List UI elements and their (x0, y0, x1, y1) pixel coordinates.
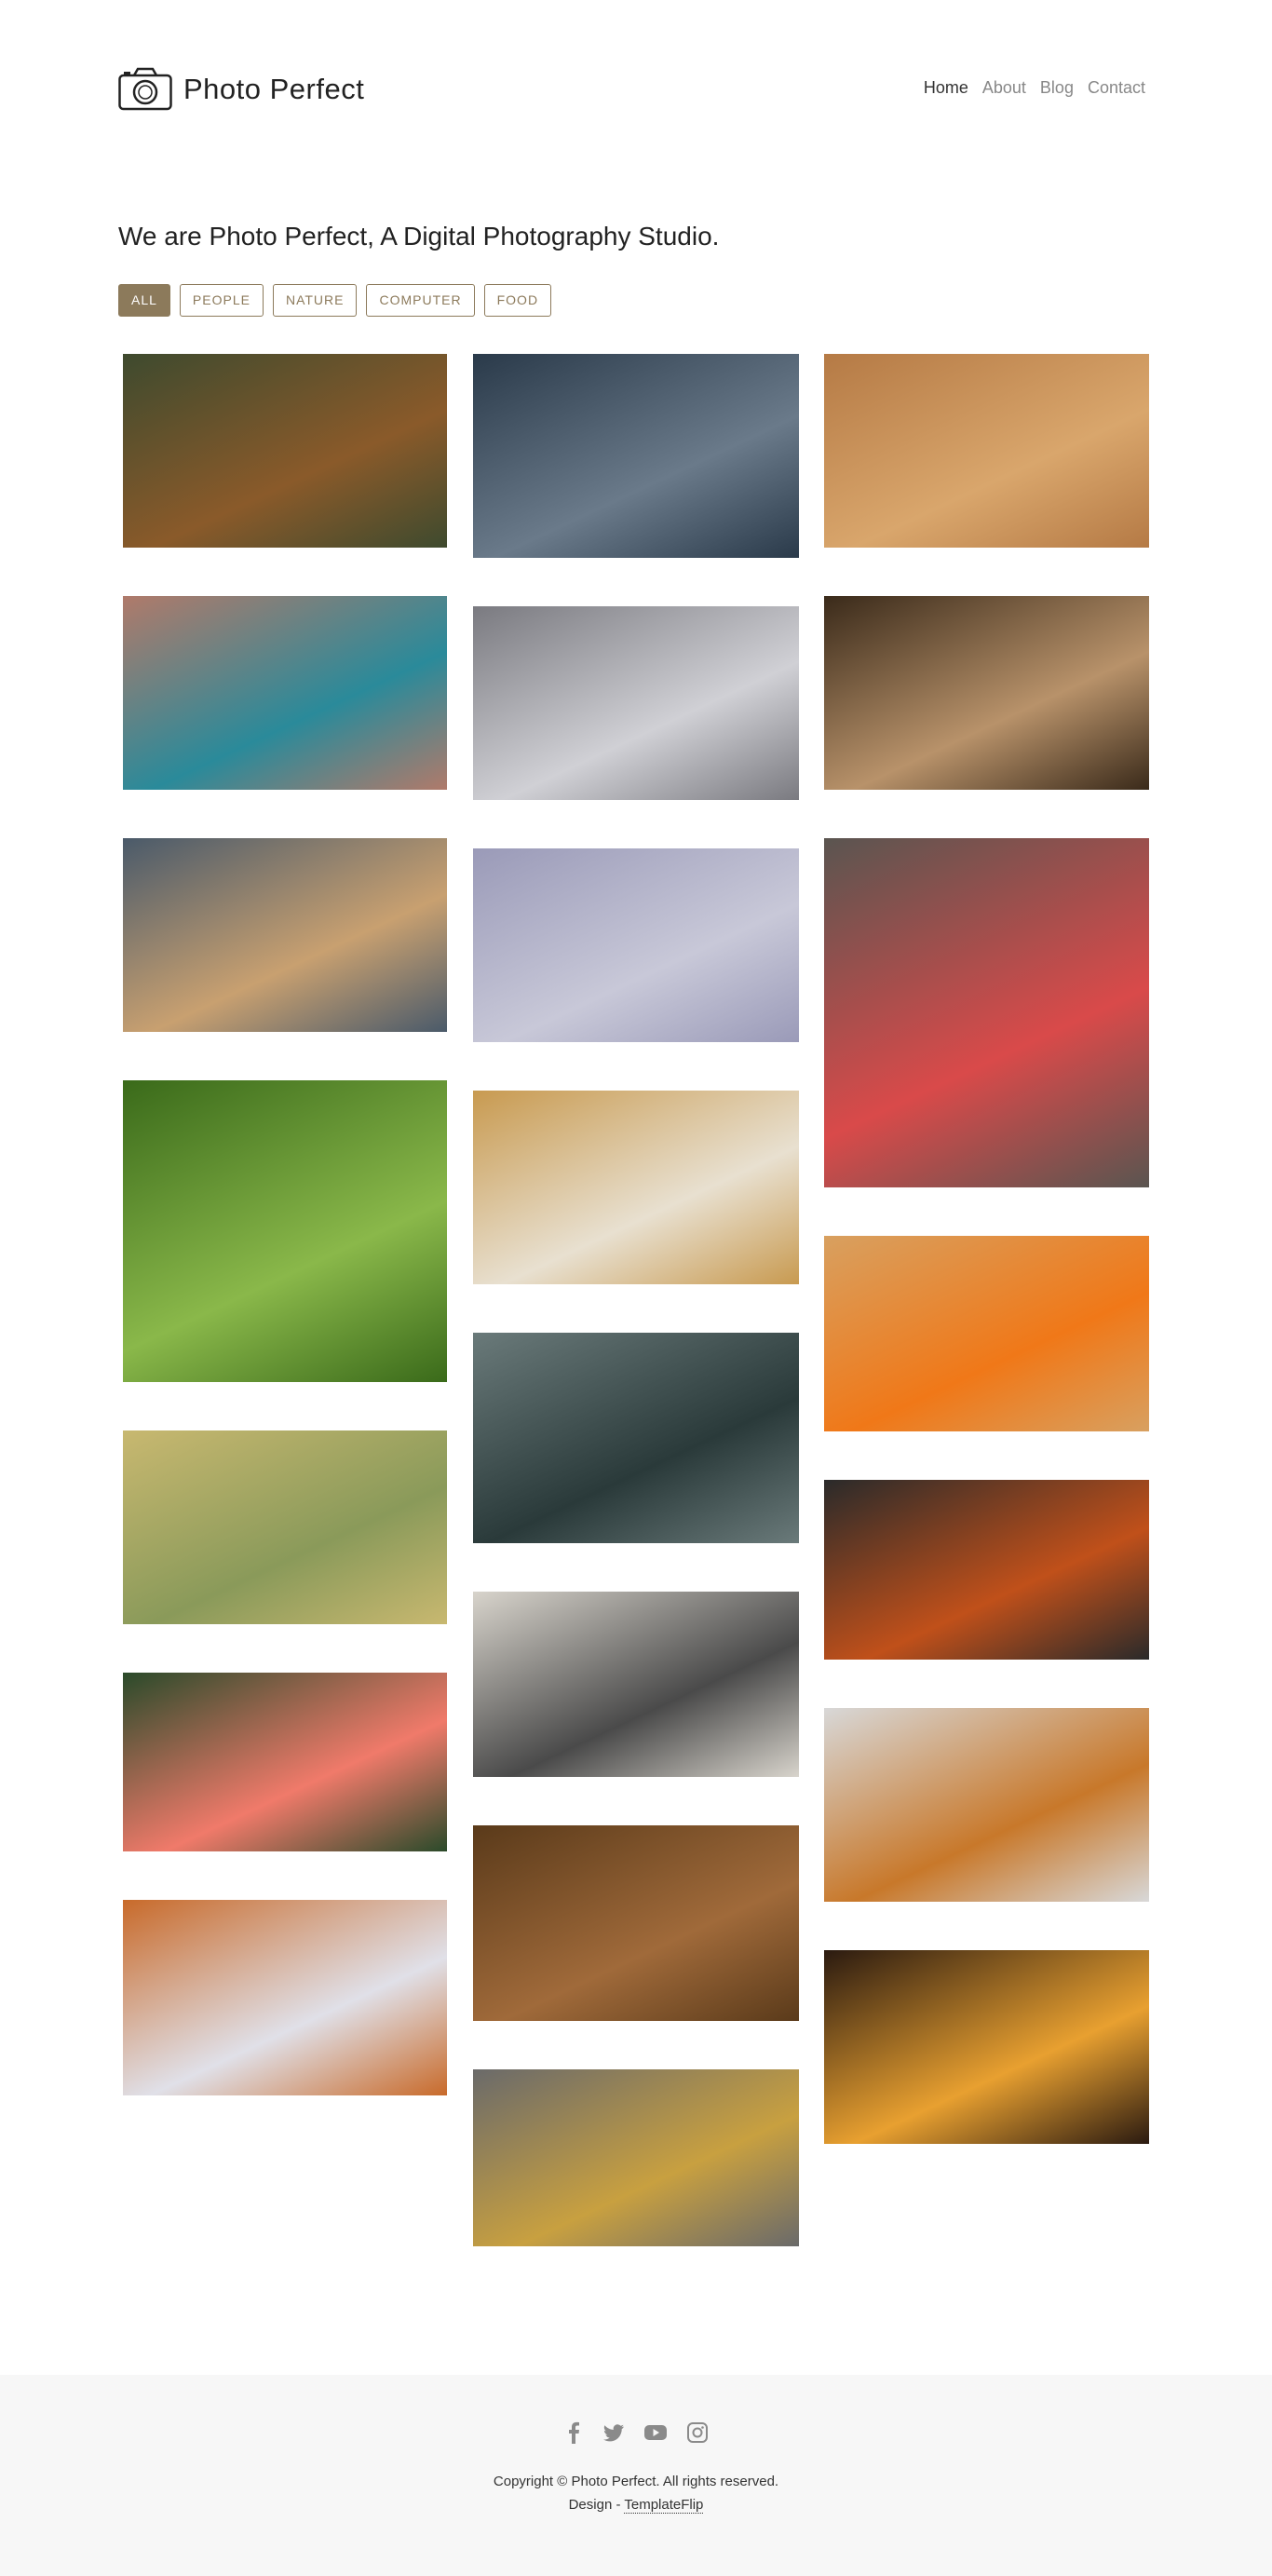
gallery-photo-two-children-holding-hands[interactable] (473, 354, 799, 558)
copyright-text: Copyright © Photo Perfect. All rights re… (493, 2474, 779, 2489)
gallery-photo-fruit-salad-in-heart-bowl[interactable] (824, 838, 1149, 1187)
camera-icon (118, 67, 172, 112)
design-credit: Design - TemplateFlip (0, 2497, 1272, 2514)
gallery-photo-woman-with-umbrella-on-tree-lined-road[interactable] (123, 1080, 447, 1382)
nav-home[interactable]: Home (924, 78, 968, 98)
gallery-photo-person-on-beach-at-sunset[interactable] (123, 838, 447, 1032)
filter-people[interactable]: PEOPLE (179, 284, 264, 317)
gallery-photo-peeled-mandarin-oranges[interactable] (824, 1236, 1149, 1431)
templateflip-link[interactable]: TemplateFlip (624, 2497, 704, 2514)
gallery-photo-woman-sitting-in-autumn-leaves[interactable] (123, 1900, 447, 2095)
filter-all[interactable]: ALL (118, 284, 170, 317)
gallery-photo-laptop-and-phone-on-desk[interactable] (824, 596, 1149, 790)
brand[interactable]: Photo Perfect (118, 67, 364, 112)
gallery-photo-laptop-on-desk-top-view[interactable] (473, 2069, 799, 2246)
gallery-photo-laptop-on-wooden-desk[interactable] (824, 354, 1149, 548)
nav-contact[interactable]: Contact (1088, 78, 1145, 98)
gallery-photo-child-in-autumn-forest[interactable] (123, 354, 447, 548)
filter-computer[interactable]: COMPUTER (366, 284, 475, 317)
gallery-photo-woman-with-red-balloon[interactable] (473, 848, 799, 1042)
gallery-photo-bird-on-hand[interactable] (123, 596, 447, 790)
gallery-photo-bird-and-red-berries[interactable] (123, 1430, 447, 1624)
gallery-photo-tea-pot-and-cups[interactable] (824, 1480, 1149, 1660)
social-links (0, 2421, 1272, 2448)
gallery-photo-pink-hibiscus-flower[interactable] (123, 1673, 447, 1851)
facebook-icon[interactable] (563, 2421, 584, 2448)
nav-about[interactable]: About (982, 78, 1026, 98)
filter-nature[interactable]: NATURE (272, 284, 358, 317)
page-headline: We are Photo Perfect, A Digital Photogra… (118, 222, 720, 251)
brand-name: Photo Perfect (183, 73, 365, 105)
nav-blog[interactable]: Blog (1040, 78, 1074, 98)
filter-food[interactable]: FOOD (483, 284, 552, 317)
gallery-photo-laptop-on-wooden-table[interactable] (473, 1825, 799, 2021)
gallery-photo-burger-with-fries-and-salad[interactable] (824, 1950, 1149, 2144)
site-header: Photo Perfect Home About Blog Contact (118, 67, 1145, 114)
youtube-icon[interactable] (643, 2421, 668, 2448)
instagram-icon[interactable] (686, 2421, 709, 2448)
main-nav: Home About Blog Contact (910, 78, 1145, 98)
category-filters: ALL PEOPLE NATURE COMPUTER FOOD (118, 284, 561, 317)
gallery-photo-tagliatelle-pasta[interactable] (824, 1708, 1149, 1902)
gallery-photo-people-walking-on-street[interactable] (473, 606, 799, 800)
gallery-photo-two-girls-in-water-with-leaf[interactable] (473, 1333, 799, 1543)
site-footer: Copyright © Photo Perfect. All rights re… (0, 2375, 1272, 2576)
design-credit-prefix: Design - (568, 2497, 625, 2513)
twitter-icon[interactable] (602, 2421, 625, 2448)
gallery-photo-woman-playing-guitar[interactable] (473, 1091, 799, 1284)
gallery-photo-laptop-with-tablet-and-headphones[interactable] (473, 1592, 799, 1777)
